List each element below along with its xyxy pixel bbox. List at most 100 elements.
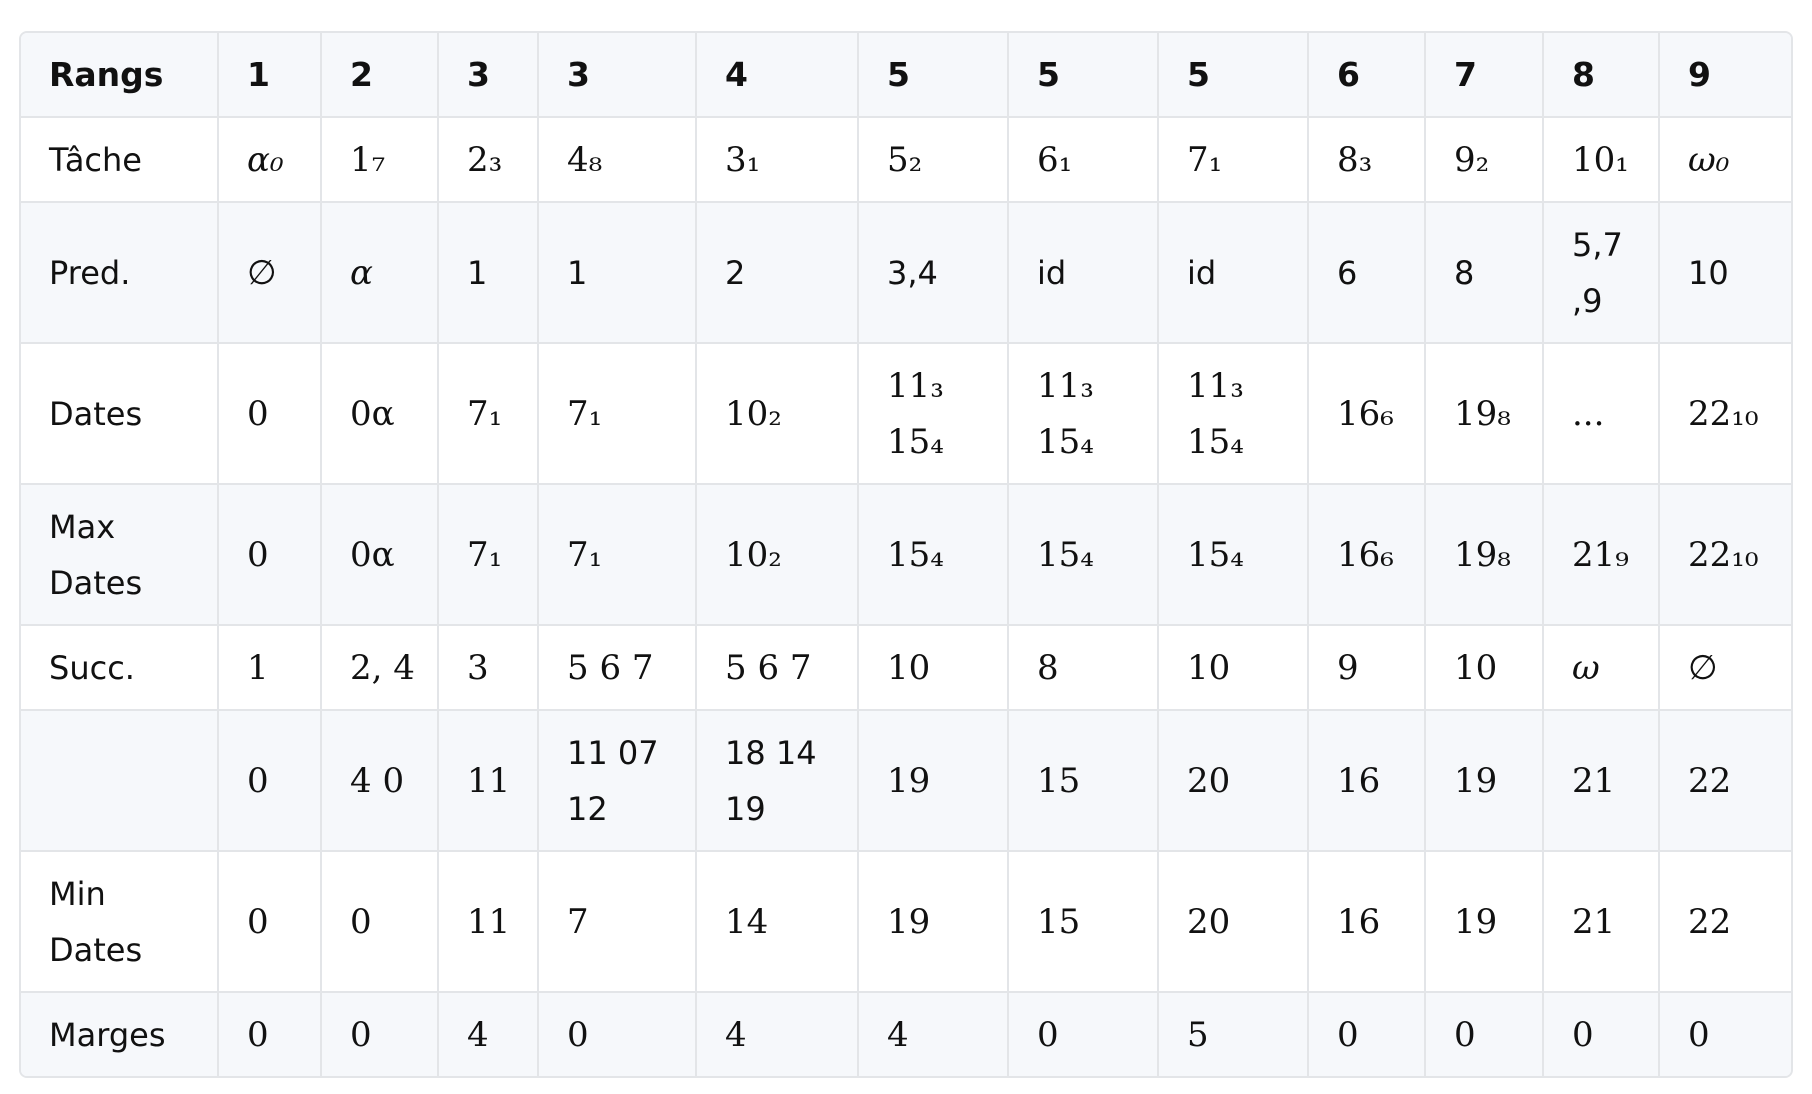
- table-cell: 21₉: [1543, 484, 1660, 626]
- table-cell: id: [1008, 202, 1159, 344]
- table-cell: 0: [1659, 992, 1791, 1076]
- header-cell: 8: [1543, 33, 1660, 118]
- table-cell: ∅: [218, 202, 322, 344]
- planning-table: Rangs 1 2 3 3 4 5 5 5 6 7 8 9 Tâche α₀ 1…: [19, 31, 1793, 1078]
- table-cell: 15₄: [1158, 484, 1309, 626]
- table-cell: id: [1158, 202, 1309, 344]
- table-cell: 10: [1659, 202, 1791, 344]
- table-cell: 0: [218, 851, 322, 993]
- table-cell: 7₁: [438, 343, 539, 485]
- table-cell: 1: [218, 625, 322, 711]
- header-cell: 6: [1308, 33, 1426, 118]
- header-cell: 5: [1158, 33, 1309, 118]
- table-cell: ...: [1543, 343, 1660, 485]
- table-cell: 11 07 12: [538, 710, 697, 852]
- table-cell: 0: [321, 851, 439, 993]
- table-cell: ω₀: [1659, 117, 1791, 203]
- table-row: 0 4 0 11 11 07 12 18 14 19 19 15 20 16 1…: [21, 710, 1791, 852]
- table-row: Marges 0 0 4 0 4 4 0 5 0 0 0 0: [21, 992, 1791, 1076]
- table-row: Dates 0 0α 7₁ 7₁ 10₂ 11₃ 15₄ 11₃ 15₄ 11₃…: [21, 343, 1791, 485]
- table-cell: 19: [1425, 851, 1544, 993]
- table-cell: 18 14 19: [696, 710, 859, 852]
- table-cell: 0: [218, 343, 322, 485]
- table-cell: 3: [438, 625, 539, 711]
- table-cell: 2: [696, 202, 859, 344]
- table-cell: 6: [1308, 202, 1426, 344]
- header-cell: 2: [321, 33, 439, 118]
- table-cell: 9: [1308, 625, 1426, 711]
- table-cell: 4: [438, 992, 539, 1076]
- table-cell: 11₃ 15₄: [1008, 343, 1159, 485]
- header-cell: 3: [438, 33, 539, 118]
- table-cell: α₀: [218, 117, 322, 203]
- table-cell: 6₁: [1008, 117, 1159, 203]
- table-cell: 10₂: [696, 484, 859, 626]
- table-cell: 16: [1308, 851, 1426, 993]
- table-cell: 7₁: [1158, 117, 1309, 203]
- table-row: Min Dates 0 0 11 7 14 19 15 20 16 19 21 …: [21, 851, 1791, 993]
- table-cell: 0α: [321, 343, 439, 485]
- header-cell: 5: [1008, 33, 1159, 118]
- table-cell: 7: [538, 851, 697, 993]
- table-cell: 7₁: [538, 484, 697, 626]
- row-label: Succ.: [21, 625, 219, 711]
- table-cell: 22₁₀: [1659, 484, 1791, 626]
- table-cell: 4: [696, 992, 859, 1076]
- header-row: Rangs 1 2 3 3 4 5 5 5 6 7 8 9: [21, 33, 1791, 118]
- table-cell: 1: [438, 202, 539, 344]
- table-cell: 19: [858, 851, 1009, 993]
- table-cell: 11: [438, 710, 539, 852]
- table-cell: 11₃ 15₄: [1158, 343, 1309, 485]
- table-cell: α: [321, 202, 439, 344]
- table-cell: 0: [538, 992, 697, 1076]
- table-cell: 21: [1543, 851, 1660, 993]
- table-cell: 16: [1308, 710, 1426, 852]
- table-cell: 0: [1308, 992, 1426, 1076]
- table-cell: 5: [1158, 992, 1309, 1076]
- table-cell: 15: [1008, 710, 1159, 852]
- table-cell: 15: [1008, 851, 1159, 993]
- table-cell: 2, 4: [321, 625, 439, 711]
- table-cell: 4 0: [321, 710, 439, 852]
- table-cell: 21: [1543, 710, 1660, 852]
- table-cell: 19: [1425, 710, 1544, 852]
- table-cell: 9₂: [1425, 117, 1544, 203]
- table-cell: 22: [1659, 710, 1791, 852]
- table-cell: 0: [1008, 992, 1159, 1076]
- row-label: Pred.: [21, 202, 219, 344]
- table-cell: 11₃ 15₄: [858, 343, 1009, 485]
- table-cell: 20: [1158, 851, 1309, 993]
- table-cell: 0: [321, 992, 439, 1076]
- table-cell: 16₆: [1308, 484, 1426, 626]
- table-cell: 0: [1425, 992, 1544, 1076]
- table-cell: 22₁₀: [1659, 343, 1791, 485]
- table-cell: 0: [218, 484, 322, 626]
- table-cell: 5,7 ,9: [1543, 202, 1660, 344]
- table-cell: 0α: [321, 484, 439, 626]
- table-cell: 4: [858, 992, 1009, 1076]
- header-cell: 4: [696, 33, 859, 118]
- header-cell: 9: [1659, 33, 1791, 118]
- table-cell: 5 6 7: [696, 625, 859, 711]
- table-cell: 3,4: [858, 202, 1009, 344]
- row-label: Marges: [21, 992, 219, 1076]
- table-cell: 11: [438, 851, 539, 993]
- header-cell: 3: [538, 33, 697, 118]
- table-cell: 3₁: [696, 117, 859, 203]
- table-cell: 15₄: [858, 484, 1009, 626]
- table-cell: 10: [1425, 625, 1544, 711]
- table-cell: 7₁: [538, 343, 697, 485]
- table-cell: 19₈: [1425, 343, 1544, 485]
- table-cell: 0: [1543, 992, 1660, 1076]
- table-cell: 7₁: [438, 484, 539, 626]
- table-cell: 10₂: [696, 343, 859, 485]
- table-cell: 10₁: [1543, 117, 1660, 203]
- table-cell: 22: [1659, 851, 1791, 993]
- table-cell: 2₃: [438, 117, 539, 203]
- table-cell: ω: [1543, 625, 1660, 711]
- row-label: Max Dates: [21, 484, 219, 626]
- row-label: Dates: [21, 343, 219, 485]
- table-cell: 5₂: [858, 117, 1009, 203]
- table-row: Tâche α₀ 1₇ 2₃ 4₈ 3₁ 5₂ 6₁ 7₁ 8₃ 9₂ 10₁ …: [21, 117, 1791, 203]
- header-cell: 5: [858, 33, 1009, 118]
